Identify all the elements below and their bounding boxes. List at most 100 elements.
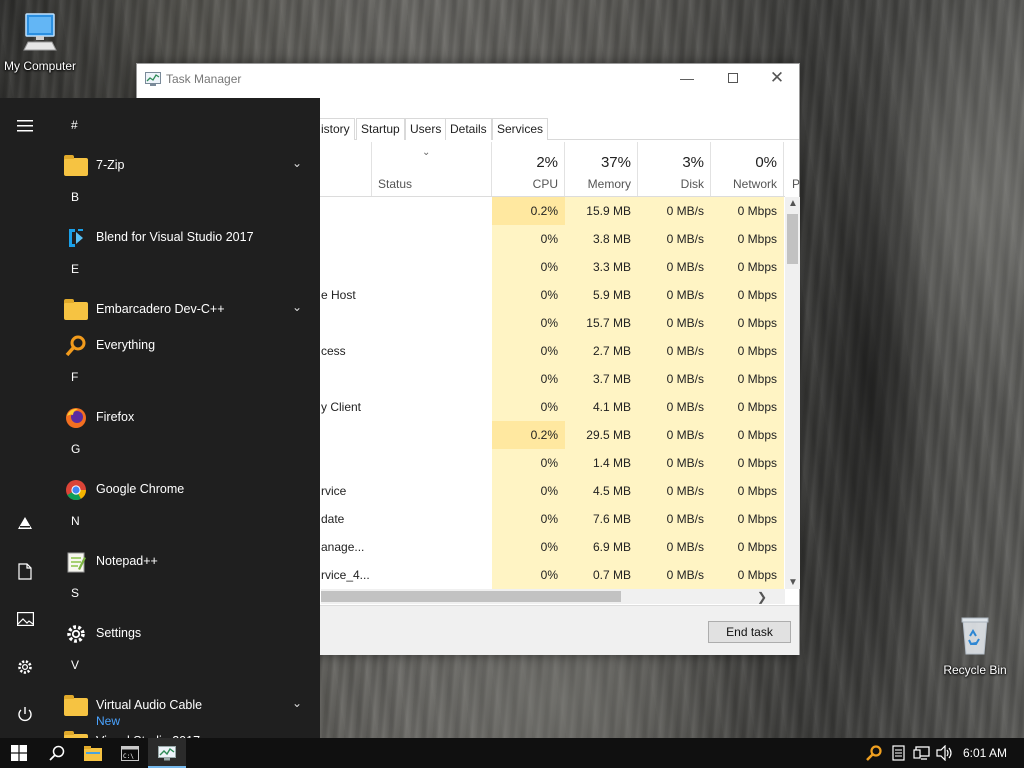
app-item-notepad[interactable]: Notepad++ — [56, 544, 318, 580]
process-name: date — [321, 512, 345, 526]
group-letter[interactable]: G — [71, 442, 80, 456]
disk-cell: 0 MB/s — [638, 253, 711, 281]
tab-details[interactable]: Details — [445, 118, 492, 140]
column-header-network[interactable]: 0% Network — [711, 142, 784, 196]
app-item-7-zip[interactable]: 7-Zip ⌄ — [56, 148, 318, 184]
scroll-down-icon[interactable]: ▼ — [788, 577, 798, 588]
column-header-disk[interactable]: 3% Disk — [638, 142, 711, 196]
memory-cell: 4.1 MB — [565, 393, 638, 421]
hamburger-menu-icon[interactable] — [12, 114, 38, 140]
pictures-icon[interactable] — [12, 606, 38, 632]
network-cell: 0 Mbps — [711, 421, 784, 449]
windows-logo-icon — [11, 745, 27, 761]
documents-icon[interactable] — [12, 558, 38, 584]
system-clock[interactable]: 6:01 AM — [963, 746, 1007, 760]
disk-cell: 0 MB/s — [638, 365, 711, 393]
group-letter[interactable]: N — [71, 514, 80, 528]
horizontal-scrollbar[interactable]: ❯ — [321, 589, 785, 604]
power-icon[interactable] — [12, 702, 38, 728]
horizontal-scroll-thumb[interactable] — [321, 591, 621, 602]
group-letter[interactable]: S — [71, 586, 79, 600]
disk-cell: 0 MB/s — [638, 421, 711, 449]
app-item-google-chrome[interactable]: Google Chrome — [56, 472, 318, 508]
title-bar[interactable]: Task Manager — ✕ — [137, 64, 799, 94]
cpu-cell: 0% — [492, 561, 565, 589]
memory-cell: 15.7 MB — [565, 309, 638, 337]
disk-cell: 0 MB/s — [638, 309, 711, 337]
memory-cell: 3.3 MB — [565, 253, 638, 281]
tab-startup[interactable]: Startup — [356, 118, 405, 140]
group-letter[interactable]: # — [71, 118, 78, 132]
app-item-blend-for-visual-studio-2017[interactable]: Blend for Visual Studio 2017 — [56, 220, 318, 256]
search-icon — [49, 745, 65, 761]
search-button[interactable] — [38, 738, 76, 768]
process-name: rvice_4... — [321, 568, 370, 582]
network-total: 0% — [755, 154, 777, 171]
app-label: Google Chrome — [96, 482, 185, 496]
task-manager-icon — [145, 72, 161, 89]
chrome-icon — [64, 478, 88, 502]
app-label: Firefox — [96, 410, 135, 424]
column-header-memory[interactable]: 37% Memory — [565, 142, 638, 196]
group-letter[interactable]: B — [71, 190, 79, 204]
disk-cell: 0 MB/s — [638, 337, 711, 365]
computer-icon — [0, 10, 80, 57]
memory-total: 37% — [600, 154, 631, 171]
close-button[interactable]: ✕ — [754, 64, 800, 94]
app-label: Notepad++ — [96, 554, 158, 568]
folder-icon — [64, 694, 88, 718]
cpu-cell: 0% — [492, 505, 565, 533]
chevron-down-icon[interactable]: ⌄ — [292, 300, 302, 314]
minimize-button[interactable]: — — [664, 64, 710, 94]
app-item-embarcadero-dev-c[interactable]: Embarcadero Dev-C++ ⌄ — [56, 292, 318, 328]
sort-chevron-icon: ⌄ — [422, 147, 431, 158]
taskbar-command-prompt[interactable]: C:\ — [112, 738, 150, 768]
chevron-down-icon[interactable]: ⌄ — [292, 696, 302, 710]
desktop-icon-my-computer[interactable]: My Computer — [0, 10, 80, 73]
app-item-firefox[interactable]: Firefox — [56, 400, 318, 436]
group-letter[interactable]: V — [71, 658, 79, 672]
tab-app-history[interactable]: istory — [317, 118, 355, 140]
taskbar-task-manager[interactable] — [148, 738, 186, 768]
column-header-power[interactable]: P — [784, 142, 800, 196]
scroll-right-icon[interactable]: ❯ — [757, 590, 767, 604]
start-menu[interactable]: #7-Zip ⌄ B Blend for Visual Studio 2017 E Emb… — [0, 98, 320, 738]
app-item-everything[interactable]: Everything — [56, 328, 318, 364]
network-cell: 0 Mbps — [711, 309, 784, 337]
vertical-scroll-thumb[interactable] — [787, 214, 798, 264]
end-task-button[interactable]: End task — [708, 621, 791, 643]
everything-tray-icon[interactable] — [865, 745, 883, 761]
disk-cell: 0 MB/s — [638, 449, 711, 477]
network-cell: 0 Mbps — [711, 281, 784, 309]
maximize-button[interactable] — [710, 64, 756, 94]
user-account-icon[interactable] — [12, 510, 38, 536]
process-name: rvice — [321, 484, 347, 498]
close-icon: ✕ — [769, 68, 785, 87]
settings-gear-icon[interactable] — [12, 654, 38, 680]
vertical-scrollbar[interactable]: ▲ ▼ — [785, 197, 800, 589]
cpu-cell: 0% — [492, 449, 565, 477]
disk-cell: 0 MB/s — [638, 505, 711, 533]
tab-users[interactable]: Users — [405, 118, 447, 140]
app-item-settings[interactable]: Settings — [56, 616, 318, 652]
group-letter[interactable]: E — [71, 262, 79, 276]
column-header-cpu[interactable]: 2% CPU — [492, 142, 565, 196]
memory-cell: 3.7 MB — [565, 365, 638, 393]
group-letter[interactable]: F — [71, 370, 78, 384]
start-button[interactable] — [0, 738, 38, 768]
network-cell: 0 Mbps — [711, 505, 784, 533]
tab-services[interactable]: Services — [492, 118, 549, 140]
app-item-visual-studio-2017[interactable]: Visual Studio 2017⌄ — [56, 724, 318, 738]
taskbar-file-explorer[interactable] — [76, 738, 114, 768]
memory-cell: 2.7 MB — [565, 337, 638, 365]
column-header-status[interactable]: ⌄ Status — [371, 142, 492, 196]
desktop-icon-recycle-bin[interactable]: Recycle Bin — [935, 614, 1015, 677]
chevron-down-icon[interactable]: ⌄ — [292, 156, 302, 170]
network-cell: 0 Mbps — [711, 197, 784, 225]
speaker-volume-icon[interactable] — [936, 745, 954, 761]
disk-total: 3% — [682, 154, 704, 171]
scroll-up-icon[interactable]: ▲ — [788, 198, 798, 209]
notes-tray-icon[interactable] — [892, 745, 906, 761]
network-icon[interactable] — [913, 745, 931, 761]
disk-cell: 0 MB/s — [638, 561, 711, 589]
